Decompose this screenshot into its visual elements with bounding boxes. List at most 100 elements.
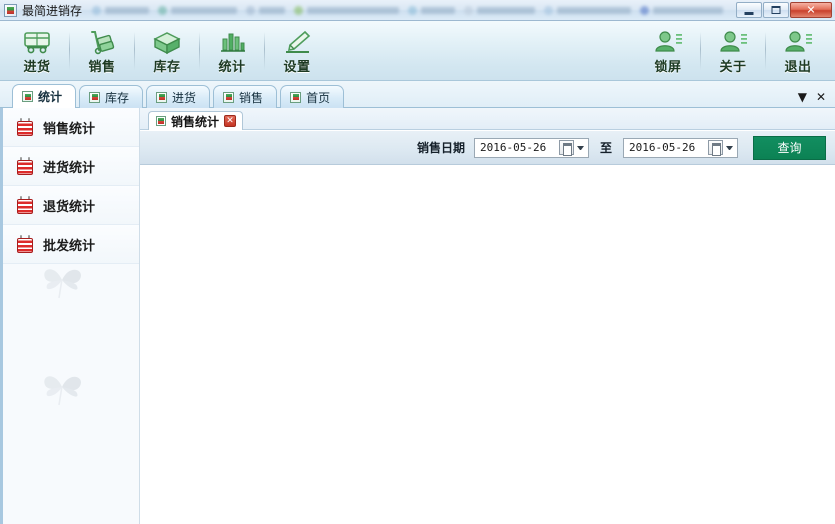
toolbar-item-exit[interactable]: 退出	[767, 21, 829, 80]
notepad-icon	[17, 235, 33, 253]
butterfly-watermark	[33, 258, 91, 302]
toolbar-item-statistics[interactable]: 统计	[201, 21, 263, 80]
toolbar-label: 库存	[153, 59, 181, 75]
calendar-icon[interactable]	[558, 140, 574, 156]
toolbar-separator	[264, 31, 265, 70]
close-icon[interactable]: ✕	[816, 91, 826, 103]
tab-label: 销售	[239, 90, 264, 105]
window-controls: ✕	[735, 2, 832, 18]
tab-label: 首页	[306, 90, 331, 105]
inner-tab-label: 销售统计	[171, 114, 220, 129]
toolbar-separator	[700, 31, 701, 70]
date-from-value: 2016-05-26	[479, 141, 547, 154]
chevron-down-icon[interactable]	[576, 145, 584, 150]
query-button[interactable]: 查询	[753, 135, 826, 160]
main-toolbar: 进货 销售 库存 统计 设置 锁屏 关于 退出	[0, 21, 835, 81]
toolbar-item-settings[interactable]: 设置	[266, 21, 328, 80]
sidebar: 销售统计 进货统计 退货统计 批发统计	[0, 108, 140, 524]
toolbar-separator	[134, 31, 135, 70]
window-title: 最简进销存	[22, 3, 83, 18]
report-icon	[89, 91, 101, 103]
minimize-button[interactable]	[736, 2, 762, 18]
toolbar-item-purchase[interactable]: 进货	[6, 21, 68, 80]
tab-sales[interactable]: 销售	[213, 85, 278, 108]
tab-statistics[interactable]: 统计	[12, 84, 77, 108]
open-box-icon	[150, 27, 184, 55]
obscured-item	[294, 5, 400, 15]
obscured-item-text	[653, 6, 724, 14]
obscured-item	[544, 5, 632, 15]
range-separator-label: 至	[599, 141, 612, 155]
toolbar-separator	[69, 31, 70, 70]
tab-label: 进货	[172, 90, 197, 105]
toolbar-label: 退出	[784, 59, 812, 75]
obscured-item-icon	[640, 5, 650, 15]
report-icon	[290, 91, 302, 103]
obscured-item-text	[105, 6, 150, 14]
user-icon	[716, 27, 750, 55]
toolbar-label: 进货	[23, 59, 51, 75]
tab-inventory[interactable]: 库存	[79, 85, 144, 108]
maximize-button[interactable]	[763, 2, 789, 18]
obscured-item-text	[171, 6, 238, 14]
report-icon	[223, 91, 235, 103]
toolbar-separator	[765, 31, 766, 70]
title-bar: 最简进销存 ✕	[0, 0, 835, 21]
obscured-item	[92, 5, 150, 15]
body-split: 销售统计 进货统计 退货统计 批发统计 销售统计 ✕ 销售日期 2016-05-…	[0, 108, 835, 524]
results-area	[140, 165, 835, 524]
notepad-icon	[17, 118, 33, 136]
toolbar-label: 销售	[88, 59, 116, 75]
sidebar-item-purchase-statistics[interactable]: 进货统计	[3, 147, 139, 186]
toolbar-item-inventory[interactable]: 库存	[136, 21, 198, 80]
report-icon	[156, 91, 168, 103]
sidebar-item-return-statistics[interactable]: 退货统计	[3, 186, 139, 225]
obscured-item	[640, 5, 724, 15]
chevron-down-icon[interactable]	[726, 145, 733, 150]
toolbar-label: 设置	[283, 59, 311, 75]
close-button[interactable]: ✕	[790, 2, 832, 18]
app-icon	[4, 3, 17, 17]
toolbar-right-group: 锁屏 关于 退出	[637, 21, 829, 80]
toolbar-item-about[interactable]: 关于	[702, 21, 764, 80]
toolbar-item-sales[interactable]: 销售	[71, 21, 133, 80]
obscured-item-icon	[544, 5, 554, 15]
toolbar-item-lock-screen[interactable]: 锁屏	[637, 21, 699, 80]
notepad-icon	[17, 196, 33, 214]
obscured-titlebar-items	[92, 2, 729, 18]
tab-bar-controls: ▼ ✕	[798, 91, 835, 107]
application-window: 最简进销存 ✕ 进货 销售 库存 统计 设置 锁屏 关于 退出 统计 库存 进货…	[0, 0, 835, 524]
obscured-item-text	[307, 6, 400, 14]
sales-date-label: 销售日期	[416, 141, 465, 155]
report-icon	[156, 116, 166, 126]
main-tab-bar: 统计 库存 进货 销售 首页 ▼ ✕	[0, 81, 835, 108]
obscured-item-icon	[294, 5, 304, 15]
calendar-icon[interactable]	[708, 140, 723, 156]
sidebar-item-wholesale-statistics[interactable]: 批发统计	[3, 225, 139, 264]
obscured-item	[464, 5, 536, 15]
report-icon	[22, 91, 33, 102]
pencil-icon	[280, 27, 314, 55]
hand-truck-icon	[85, 27, 119, 55]
tab-label: 库存	[105, 90, 130, 105]
close-icon[interactable]: ✕	[224, 115, 237, 127]
date-from-input[interactable]: 2016-05-26	[473, 137, 589, 158]
date-to-input[interactable]: 2016-05-26	[623, 137, 738, 158]
sidebar-item-label: 进货统计	[43, 160, 96, 176]
tab-home[interactable]: 首页	[280, 85, 345, 108]
date-to-value: 2016-05-26	[629, 141, 696, 154]
sidebar-item-sales-statistics[interactable]: 销售统计	[3, 108, 139, 147]
sidebar-item-label: 退货统计	[43, 199, 96, 215]
inner-tab-bar: 销售统计 ✕	[140, 108, 835, 130]
obscured-item-text	[421, 6, 456, 14]
toolbar-separator	[199, 31, 200, 70]
obscured-item-icon	[246, 5, 256, 15]
filter-panel: 销售日期 2016-05-26 至 2016-05-26 查询	[140, 130, 835, 165]
obscured-item-text	[259, 6, 286, 14]
tab-purchase[interactable]: 进货	[146, 85, 211, 108]
inner-tab-sales-statistics[interactable]: 销售统计 ✕	[148, 111, 244, 130]
chevron-down-icon[interactable]: ▼	[798, 91, 807, 103]
content-pane: 销售统计 ✕ 销售日期 2016-05-26 至 2016-05-26 查询	[140, 108, 835, 524]
obscured-item-text	[557, 6, 632, 14]
notepad-icon	[17, 157, 33, 175]
